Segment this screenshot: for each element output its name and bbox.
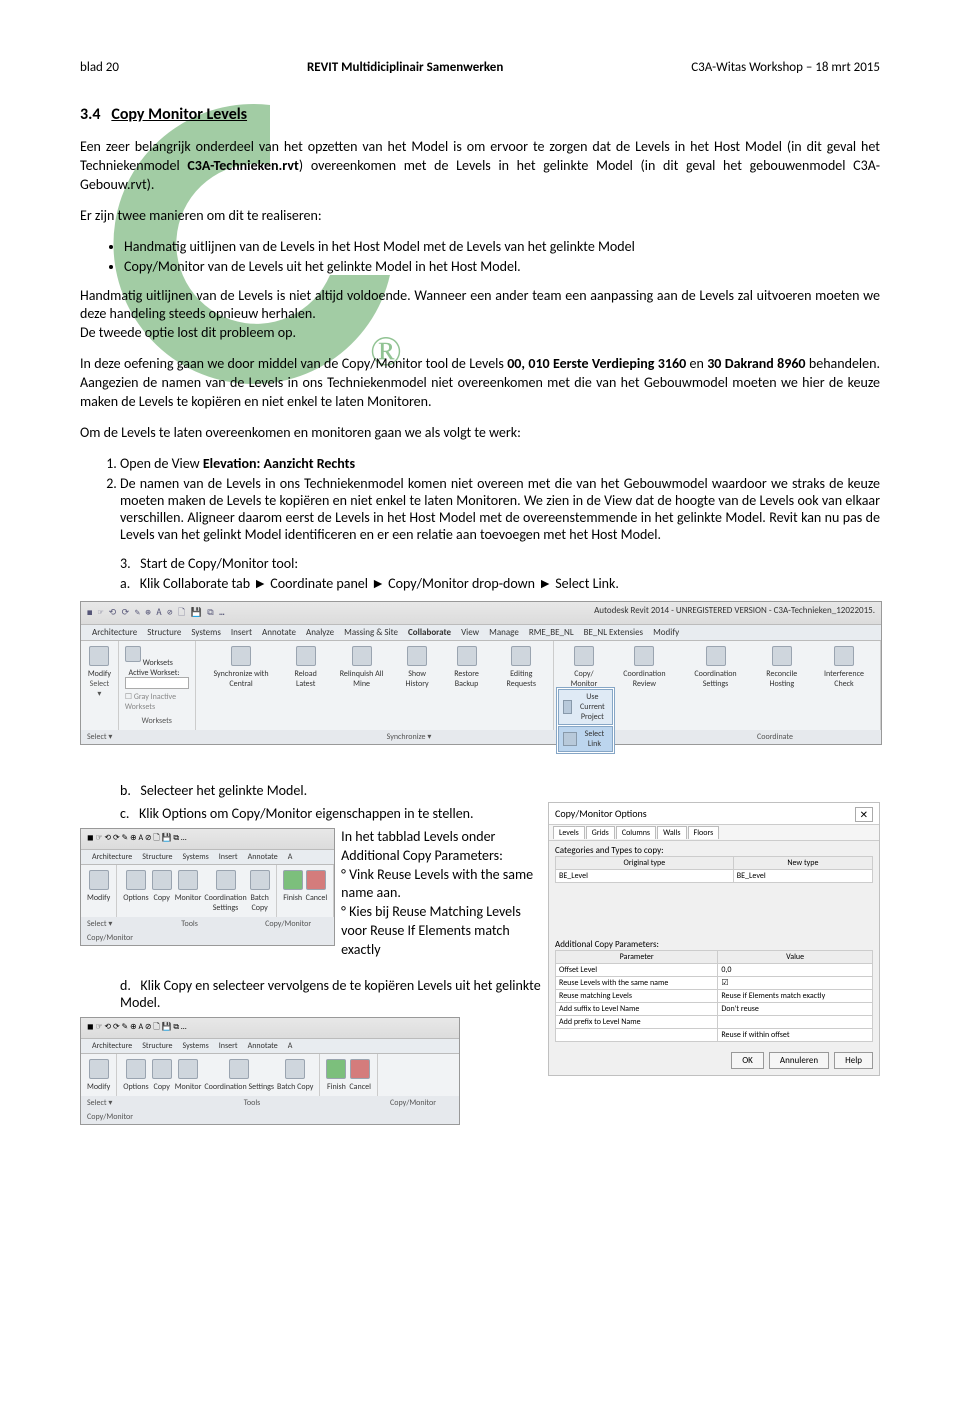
finish-icon[interactable] <box>283 870 303 890</box>
interference-icon[interactable] <box>834 646 854 666</box>
step-c3: ° Vink Reuse Levels with the same name a… <box>341 866 533 902</box>
methods-intro: Er zijn twee manieren om dit te realiser… <box>80 207 880 226</box>
coord-review-icon[interactable] <box>634 646 654 666</box>
copymonitor-ribbon-figure-2: ◼ ☞ ⟲ ⟳ ✎ ⊕ A ⊘ 🗋 💾 ⧉ … ArchitectureStru… <box>80 1017 460 1125</box>
step-3: Start de Copy/Monitor tool: <box>140 555 298 572</box>
exercise-intro: In deze oefening gaan we door middel van… <box>80 355 880 412</box>
mini-monitor-icon[interactable] <box>178 870 198 890</box>
restore-icon[interactable] <box>457 646 477 666</box>
coord-settings-icon[interactable] <box>706 646 726 666</box>
step-d: Klik Copy en selecteer vervolgens de te … <box>120 977 541 1011</box>
copy-monitor-options-dialog: Copy/Monitor Options✕ LevelsGridsColumns… <box>548 802 880 1076</box>
mini-options-icon[interactable] <box>126 870 146 890</box>
step-2: De namen van de Levels in ons Technieken… <box>120 475 880 543</box>
methods-list: Handmatig uitlijnen van de Levels in het… <box>80 238 880 275</box>
step-b: Selecteer het gelinkte Model. <box>140 782 307 799</box>
page-number: blad 20 <box>80 60 119 75</box>
help-button[interactable]: Help <box>834 1052 873 1069</box>
cancel-button[interactable]: Annuleren <box>769 1052 829 1069</box>
use-current-project-item[interactable]: Use Current Project <box>558 689 613 725</box>
history-icon[interactable] <box>407 646 427 666</box>
ok-button[interactable]: OK <box>731 1052 764 1069</box>
mini-copy-icon[interactable] <box>152 870 172 890</box>
modify-icon[interactable] <box>89 646 109 666</box>
step-c: Klik Options om Copy/Monitor eigenschapp… <box>139 805 474 822</box>
steps-intro: Om de Levels te laten overeenkomen en mo… <box>80 424 880 443</box>
section-heading: 3.4 Copy Monitor Levels <box>80 105 880 124</box>
relinquish-icon[interactable] <box>352 646 372 666</box>
reconcile-icon[interactable] <box>772 646 792 666</box>
mini-modify-icon[interactable] <box>89 870 109 890</box>
ribbon-tablist[interactable]: ArchitectureStructureSystemsInsertAnnota… <box>81 625 881 641</box>
step-c2: In het tabblad Levels onder Additional C… <box>341 828 503 864</box>
doc-title: REVIT Multidiciplinair Samenwerken <box>307 60 503 75</box>
options-tabs[interactable]: LevelsGridsColumnsWallsFloors <box>549 825 879 841</box>
close-icon[interactable]: ✕ <box>855 807 873 822</box>
select-link-item[interactable]: Select Link <box>558 726 613 752</box>
step-a: Klik Collaborate tab ► Coordinate panel … <box>140 575 619 592</box>
reload-icon[interactable] <box>296 646 316 666</box>
copymonitor-ribbon-figure: ◼ ☞ ⟲ ⟳ ✎ ⊕ A ⊘ 🗋 💾 ⧉ … ArchitectureStru… <box>80 828 335 946</box>
manual-drawback: Handmatig uitlijnen van de Levels is nie… <box>80 287 880 344</box>
workshop-date: C3A-Witas Workshop – 18 mrt 2015 <box>691 60 880 75</box>
step-1: Open de View Elevation: Aanzicht Rechts <box>120 455 880 472</box>
revit-ribbon-figure: ◼ ☞ ⟲ ⟳ ✎ ⊕ A ⊘ 🗋 💾 ⧉ … Autodesk Revit 2… <box>80 601 882 745</box>
requests-icon[interactable] <box>511 646 531 666</box>
step-c4: ° Kies bij Reuse Matching Levels voor Re… <box>341 903 521 958</box>
cancel-icon[interactable] <box>306 870 326 890</box>
mini-batch-icon[interactable] <box>250 870 270 890</box>
mini-coordset-icon[interactable] <box>216 870 236 890</box>
sync-icon[interactable] <box>231 646 251 666</box>
worksets-icon[interactable] <box>125 646 141 662</box>
intro-paragraph: Een zeer belangrijk onderdeel van het op… <box>80 138 880 195</box>
copymonitor-icon[interactable] <box>574 646 594 666</box>
steps-list: Open de View Elevation: Aanzicht Rechts … <box>80 455 880 543</box>
